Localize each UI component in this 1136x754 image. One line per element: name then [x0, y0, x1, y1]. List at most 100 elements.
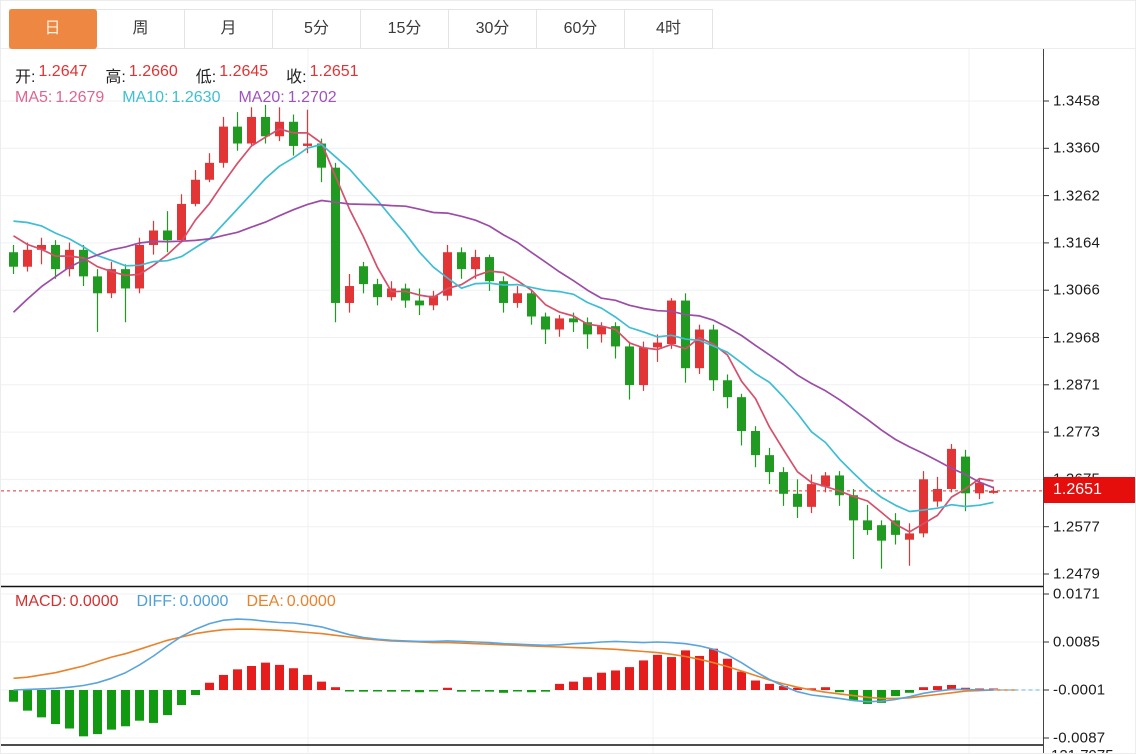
ohlc-legend-item: 收:1.2651: [286, 63, 358, 87]
candle-body: [415, 301, 424, 306]
macd-hist-bar: [345, 690, 354, 692]
macd-hist-bar: [387, 690, 396, 692]
candle-body: [513, 293, 522, 303]
macd-hist-bar: [37, 690, 46, 717]
candle-body: [359, 266, 368, 284]
macd-axis-label: 0.0085: [1053, 634, 1100, 651]
candle-body: [625, 346, 634, 385]
macd-hist-bar: [205, 683, 214, 690]
price-axis-label: 1.2577: [1053, 518, 1100, 535]
macd-axis-label: -0.0001: [1053, 682, 1105, 699]
candle-body: [989, 491, 998, 493]
macd-legend-item: DEA:0.0000: [246, 593, 335, 611]
candle-body: [163, 230, 172, 240]
tab-timeframe-7[interactable]: 60分: [537, 10, 625, 48]
candle-body: [247, 117, 256, 144]
candle-body: [569, 318, 578, 322]
ma5-line: [14, 129, 994, 532]
macd-hist-bar: [905, 690, 914, 693]
macd-hist-bar: [471, 690, 480, 692]
macd-hist-bar: [107, 690, 116, 730]
candle-body: [779, 472, 788, 494]
candle-body: [51, 245, 60, 269]
macd-legend-item: MACD:0.0000: [15, 593, 119, 611]
ma-legend-item: MA5:1.2679: [15, 89, 104, 107]
tab-timeframe-2[interactable]: 周: [97, 10, 185, 48]
tab-timeframe-5[interactable]: 15分: [361, 10, 449, 48]
ma20-line: [14, 201, 994, 488]
macd-hist-bar: [247, 666, 256, 690]
legend-label: MA20:: [238, 89, 284, 107]
candle-body: [877, 525, 886, 540]
legend-label: DIFF:: [137, 593, 177, 611]
tab-timeframe-3[interactable]: 月: [185, 10, 273, 48]
price-axis-label: 1.3066: [1053, 282, 1100, 299]
macd-hist-bar: [51, 690, 60, 724]
candle-body: [373, 284, 382, 297]
legend-value: 0.0000: [180, 593, 229, 611]
macd-hist-bar: [709, 649, 718, 690]
macd-hist-bar: [79, 690, 88, 736]
dea-line: [14, 629, 1018, 698]
macd-hist-bar: [163, 690, 172, 715]
candle-body: [681, 301, 690, 369]
tab-timeframe-6[interactable]: 30分: [449, 10, 537, 48]
macd-hist-bar: [177, 690, 186, 705]
candle-body: [737, 397, 746, 431]
candle-body: [933, 489, 942, 502]
candle-body: [765, 455, 774, 472]
candle-body: [191, 180, 200, 204]
macd-hist-bar: [667, 657, 676, 690]
ma10-line: [14, 145, 994, 512]
legend-value: 1.2702: [288, 89, 337, 107]
legend-value: 1.2660: [129, 63, 178, 87]
candle-body: [289, 122, 298, 146]
legend-value: 0.0000: [70, 593, 119, 611]
ma-legend-item: MA10:1.2630: [122, 89, 220, 107]
candle-body: [345, 286, 354, 303]
legend-value: 1.2645: [219, 63, 268, 87]
legend-value: 0.0000: [287, 593, 336, 611]
macd-hist-bar: [261, 663, 270, 690]
tab-timeframe-4[interactable]: 5分: [273, 10, 361, 48]
candle-body: [709, 330, 718, 381]
candle-body: [723, 380, 732, 397]
macd-hist-bar: [275, 665, 284, 690]
candle-body: [555, 318, 564, 329]
macd-hist-bar: [121, 690, 130, 726]
clipped-bottom-axis-label: 121.7975: [1051, 747, 1114, 754]
chart-area[interactable]: [1, 1, 1136, 754]
candle-body: [905, 533, 914, 539]
legend-label: 收:: [286, 63, 306, 87]
candle-body: [457, 252, 466, 269]
tab-timeframe-8[interactable]: 4时: [625, 10, 713, 48]
macd-hist-bar: [765, 684, 774, 690]
diff-line: [14, 619, 994, 702]
legend-label: MA10:: [122, 89, 168, 107]
macd-hist-bar: [723, 659, 732, 690]
macd-hist-bar: [93, 690, 102, 734]
macd-hist-bar: [821, 687, 830, 690]
candle-body: [219, 127, 228, 163]
candle-body: [863, 520, 872, 530]
candle-body: [233, 127, 242, 144]
candle-body: [527, 293, 536, 316]
candle-body: [695, 330, 704, 369]
macd-hist-bar: [737, 672, 746, 690]
chart-app-page: 日周月5分15分30分60分4时 开:1.2647高:1.2660低:1.264…: [0, 0, 1136, 754]
legend-value: 1.2647: [38, 63, 87, 87]
macd-hist-bar: [135, 690, 144, 721]
price-axis-label: 1.3360: [1053, 140, 1100, 157]
macd-legend: MACD:0.0000DIFF:0.0000DEA:0.0000: [15, 593, 354, 611]
macd-hist-bar: [373, 690, 382, 692]
price-axis-label: 1.3458: [1053, 93, 1100, 110]
candle-body: [639, 347, 648, 385]
macd-hist-bar: [695, 656, 704, 690]
legend-value: 1.2651: [310, 63, 359, 87]
macd-hist-bar: [597, 673, 606, 690]
macd-axis-label: 0.0171: [1053, 586, 1100, 603]
tab-timeframe-1[interactable]: 日: [9, 9, 97, 49]
legend-label: 开:: [15, 63, 35, 87]
macd-hist-bar: [233, 669, 242, 690]
macd-hist-bar: [23, 690, 32, 711]
